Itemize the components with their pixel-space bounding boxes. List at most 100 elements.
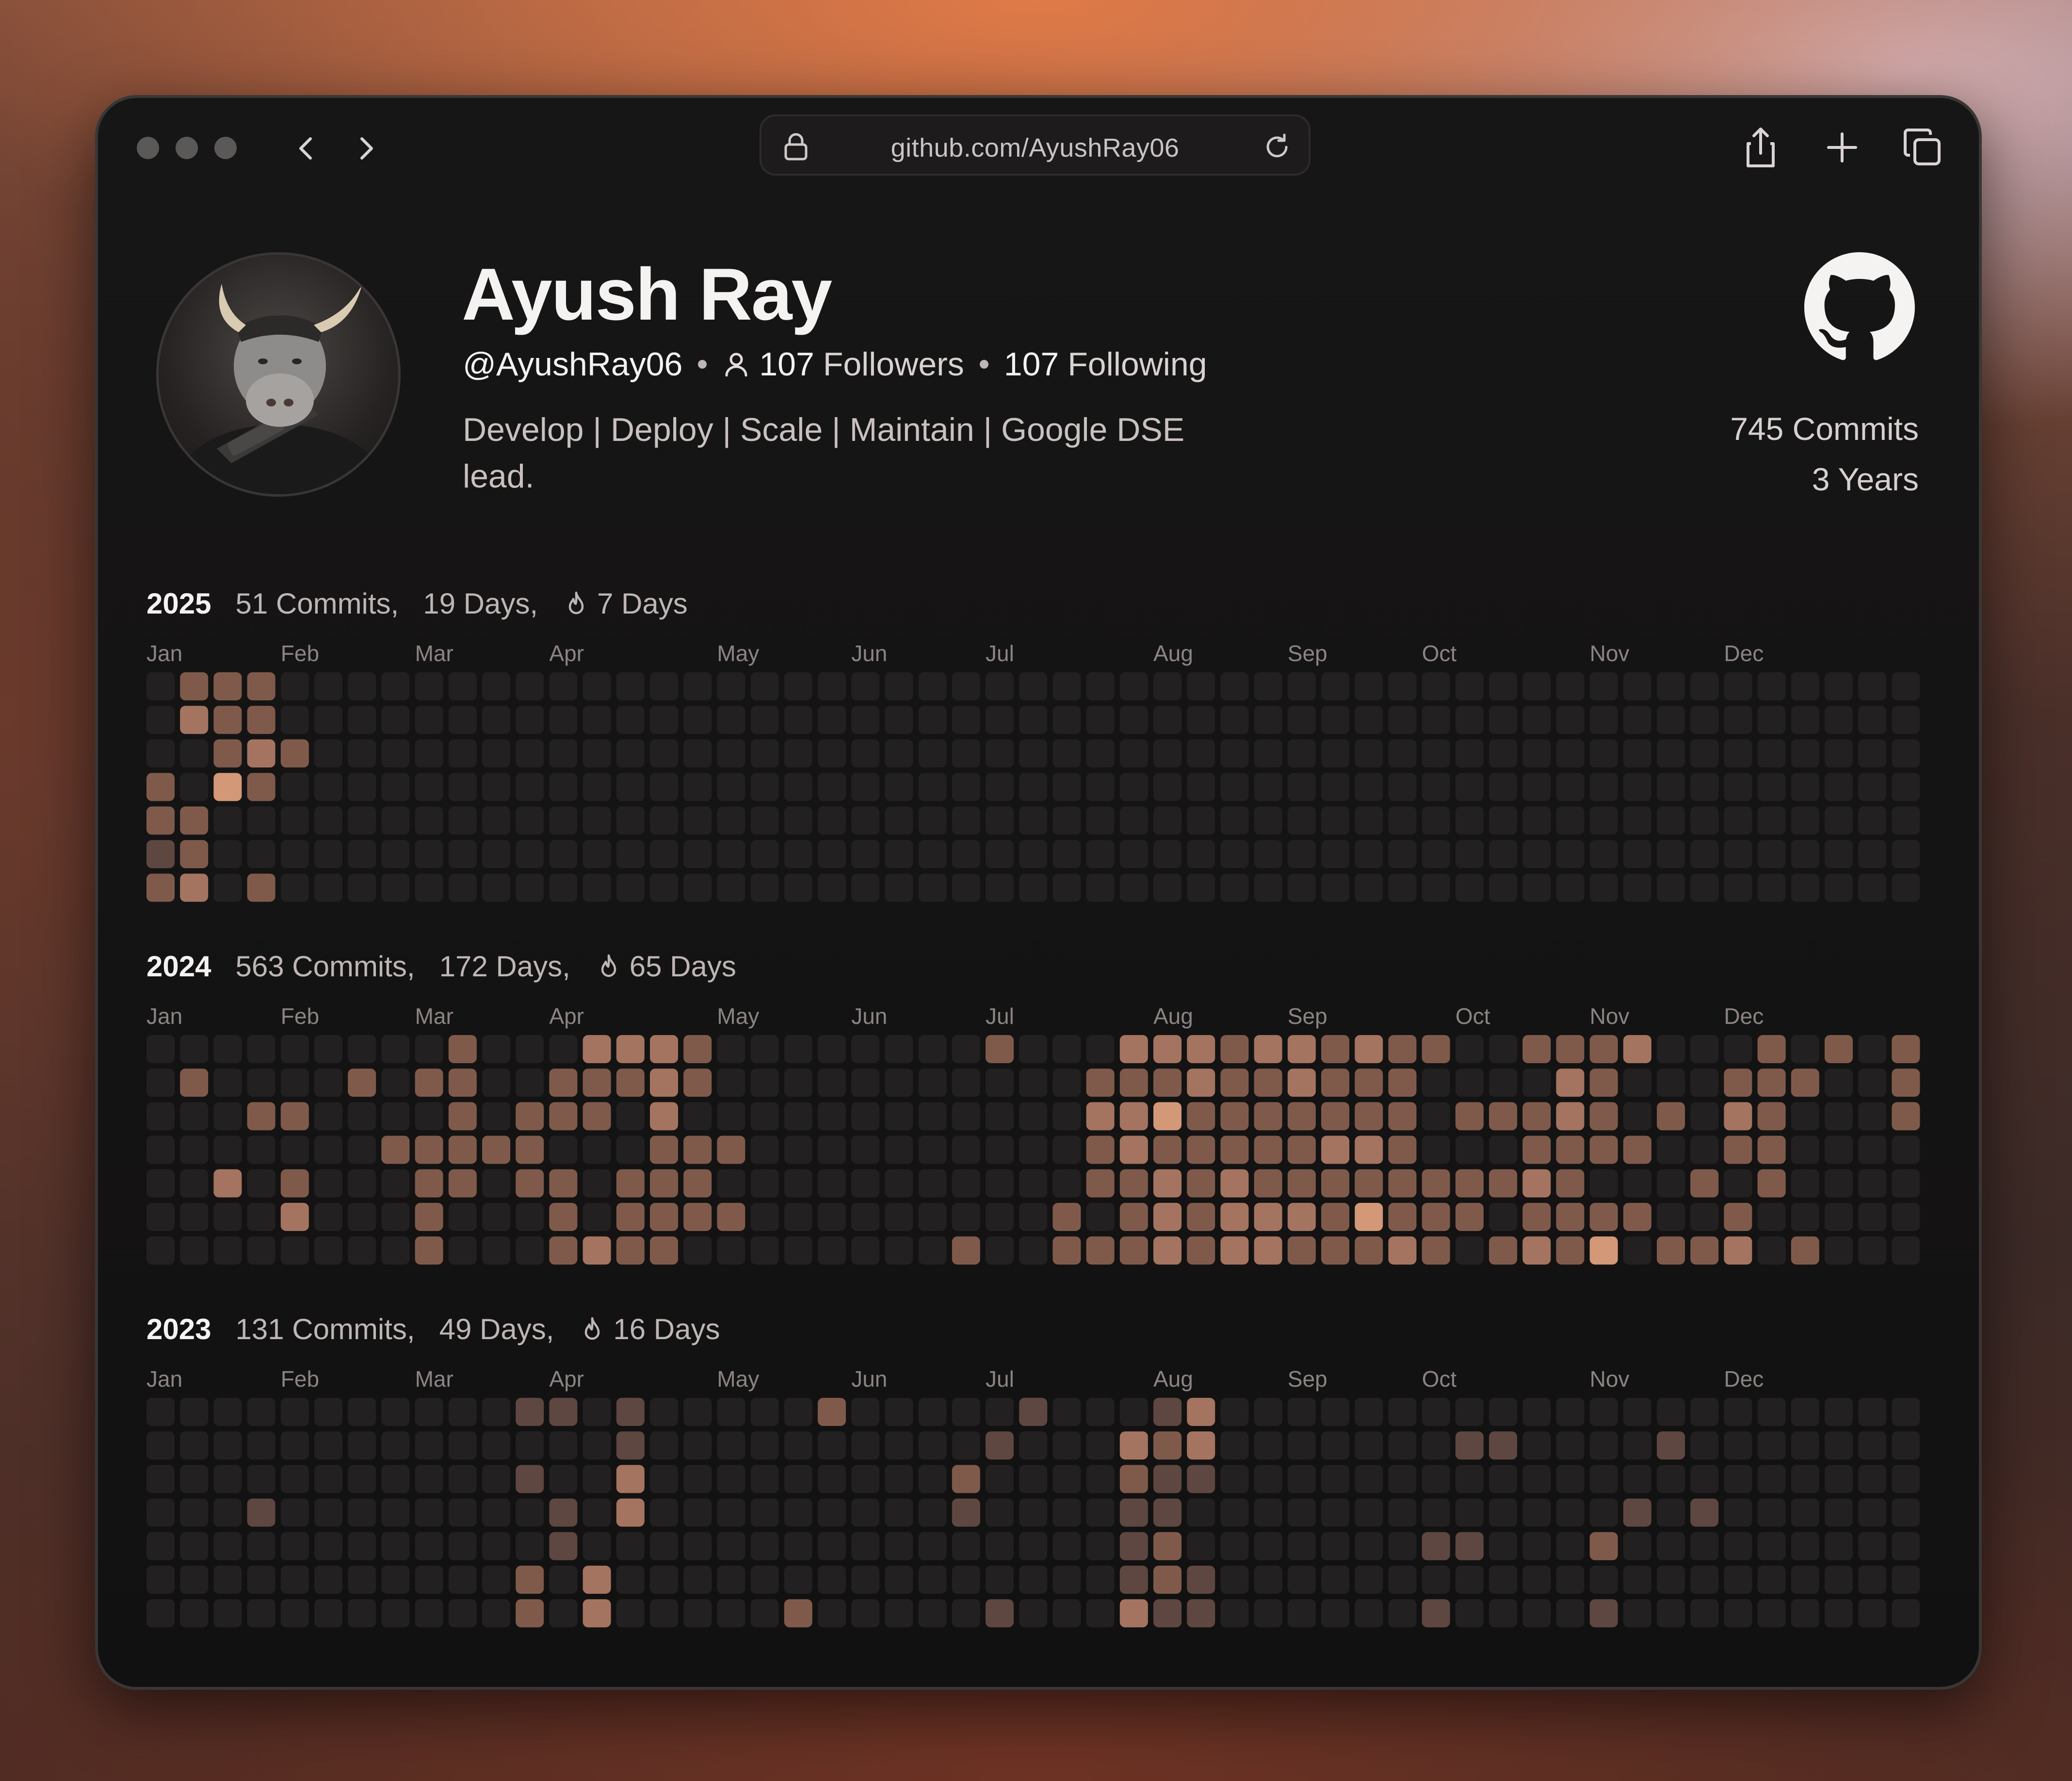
contribution-cell[interactable] — [1086, 1465, 1115, 1493]
contribution-cell[interactable] — [1657, 1532, 1685, 1560]
contribution-cell[interactable] — [1858, 874, 1887, 902]
contribution-cell[interactable] — [1623, 1169, 1651, 1198]
contribution-cell[interactable] — [448, 706, 477, 734]
contribution-cell[interactable] — [717, 806, 745, 835]
contribution-cell[interactable] — [1119, 1236, 1148, 1265]
contribution-cell[interactable] — [683, 1035, 712, 1063]
contribution-cell[interactable] — [1119, 739, 1148, 768]
contribution-cell[interactable] — [683, 1498, 712, 1527]
contribution-cell[interactable] — [818, 739, 846, 768]
contribution-cell[interactable] — [1724, 1135, 1752, 1164]
contribution-cell[interactable] — [1589, 840, 1618, 868]
contribution-cell[interactable] — [448, 1203, 477, 1231]
contribution-cell[interactable] — [952, 1169, 980, 1198]
contribution-cell[interactable] — [986, 1135, 1014, 1164]
contribution-cell[interactable] — [1355, 874, 1383, 902]
contribution-cell[interactable] — [482, 1102, 510, 1131]
contribution-cell[interactable] — [986, 1532, 1014, 1560]
contribution-cell[interactable] — [213, 806, 242, 835]
contribution-cell[interactable] — [280, 1465, 309, 1493]
contribution-cell[interactable] — [482, 1431, 510, 1460]
contribution-cell[interactable] — [616, 706, 645, 734]
contribution-cell[interactable] — [415, 874, 443, 902]
contribution-cell[interactable] — [952, 874, 980, 902]
contribution-cell[interactable] — [1119, 1498, 1148, 1527]
contribution-cell[interactable] — [683, 1203, 712, 1231]
contribution-cell[interactable] — [1287, 1035, 1316, 1063]
contribution-cell[interactable] — [918, 1599, 947, 1628]
contribution-cell[interactable] — [952, 806, 980, 835]
contribution-cell[interactable] — [1757, 1566, 1786, 1594]
contribution-cell[interactable] — [583, 1532, 611, 1560]
contribution-cell[interactable] — [1892, 806, 1920, 835]
contribution-cell[interactable] — [1019, 1102, 1048, 1131]
contribution-cell[interactable] — [1657, 1398, 1685, 1426]
contribution-cell[interactable] — [918, 1431, 947, 1460]
contribution-cell[interactable] — [750, 1431, 779, 1460]
contribution-cell[interactable] — [717, 1599, 745, 1628]
contribution-cell[interactable] — [918, 874, 947, 902]
contribution-cell[interactable] — [1791, 1102, 1819, 1131]
contribution-cell[interactable] — [1287, 840, 1316, 868]
contribution-cell[interactable] — [415, 1035, 443, 1063]
contribution-cell[interactable] — [650, 706, 678, 734]
contribution-cell[interactable] — [146, 1069, 175, 1097]
contribution-cell[interactable] — [650, 1169, 678, 1198]
contribution-cell[interactable] — [1052, 1566, 1081, 1594]
contribution-cell[interactable] — [1388, 1599, 1417, 1628]
contribution-cell[interactable] — [1355, 1465, 1383, 1493]
contribution-cell[interactable] — [952, 1532, 980, 1560]
contribution-cell[interactable] — [683, 874, 712, 902]
contribution-cell[interactable] — [1825, 1135, 1853, 1164]
contribution-cell[interactable] — [1791, 1532, 1819, 1560]
contribution-cell[interactable] — [1489, 739, 1517, 768]
contribution-cell[interactable] — [1321, 1398, 1349, 1426]
contribution-cell[interactable] — [1086, 1236, 1115, 1265]
contribution-cell[interactable] — [314, 840, 342, 868]
contribution-cell[interactable] — [1422, 1169, 1450, 1198]
contribution-cell[interactable] — [952, 1599, 980, 1628]
contribution-cell[interactable] — [280, 1566, 309, 1594]
contribution-cell[interactable] — [1052, 1035, 1081, 1063]
contribution-cell[interactable] — [1119, 1069, 1148, 1097]
contribution-cell[interactable] — [1623, 1035, 1651, 1063]
contribution-cell[interactable] — [885, 1069, 913, 1097]
contribution-cell[interactable] — [1355, 1498, 1383, 1527]
contribution-cell[interactable] — [1589, 806, 1618, 835]
contribution-cell[interactable] — [1254, 1599, 1282, 1628]
contribution-cell[interactable] — [1220, 706, 1249, 734]
contribution-cell[interactable] — [583, 706, 611, 734]
contribution-cell[interactable] — [1489, 1431, 1517, 1460]
contribution-cell[interactable] — [1522, 1532, 1551, 1560]
contribution-cell[interactable] — [516, 1035, 544, 1063]
contribution-cell[interactable] — [1153, 1498, 1182, 1527]
contribution-cell[interactable] — [1825, 1465, 1853, 1493]
contribution-cell[interactable] — [683, 1069, 712, 1097]
contribution-cell[interactable] — [784, 773, 812, 801]
contribution-cell[interactable] — [1858, 1498, 1887, 1527]
contribution-cell[interactable] — [1422, 1069, 1450, 1097]
contribution-cell[interactable] — [516, 773, 544, 801]
contribution-cell[interactable] — [1187, 1566, 1215, 1594]
contribution-cell[interactable] — [1187, 773, 1215, 801]
contribution-cell[interactable] — [1388, 1169, 1417, 1198]
contribution-cell[interactable] — [1086, 1431, 1115, 1460]
contribution-cell[interactable] — [986, 1203, 1014, 1231]
contribution-cell[interactable] — [1892, 672, 1920, 700]
contribution-cell[interactable] — [1623, 1236, 1651, 1265]
contribution-cell[interactable] — [1892, 1135, 1920, 1164]
contribution-cell[interactable] — [1153, 1203, 1182, 1231]
contribution-cell[interactable] — [549, 1169, 578, 1198]
contribution-cell[interactable] — [314, 806, 342, 835]
contribution-cell[interactable] — [1019, 874, 1048, 902]
contribution-cell[interactable] — [1657, 739, 1685, 768]
contribution-cell[interactable] — [348, 1431, 376, 1460]
contribution-cell[interactable] — [1287, 1431, 1316, 1460]
contribution-cell[interactable] — [448, 1532, 477, 1560]
contribution-cell[interactable] — [650, 773, 678, 801]
contribution-cell[interactable] — [1657, 874, 1685, 902]
contribution-cell[interactable] — [750, 1035, 779, 1063]
contribution-cell[interactable] — [180, 773, 209, 801]
contribution-cell[interactable] — [1220, 1069, 1249, 1097]
contribution-cell[interactable] — [381, 874, 410, 902]
